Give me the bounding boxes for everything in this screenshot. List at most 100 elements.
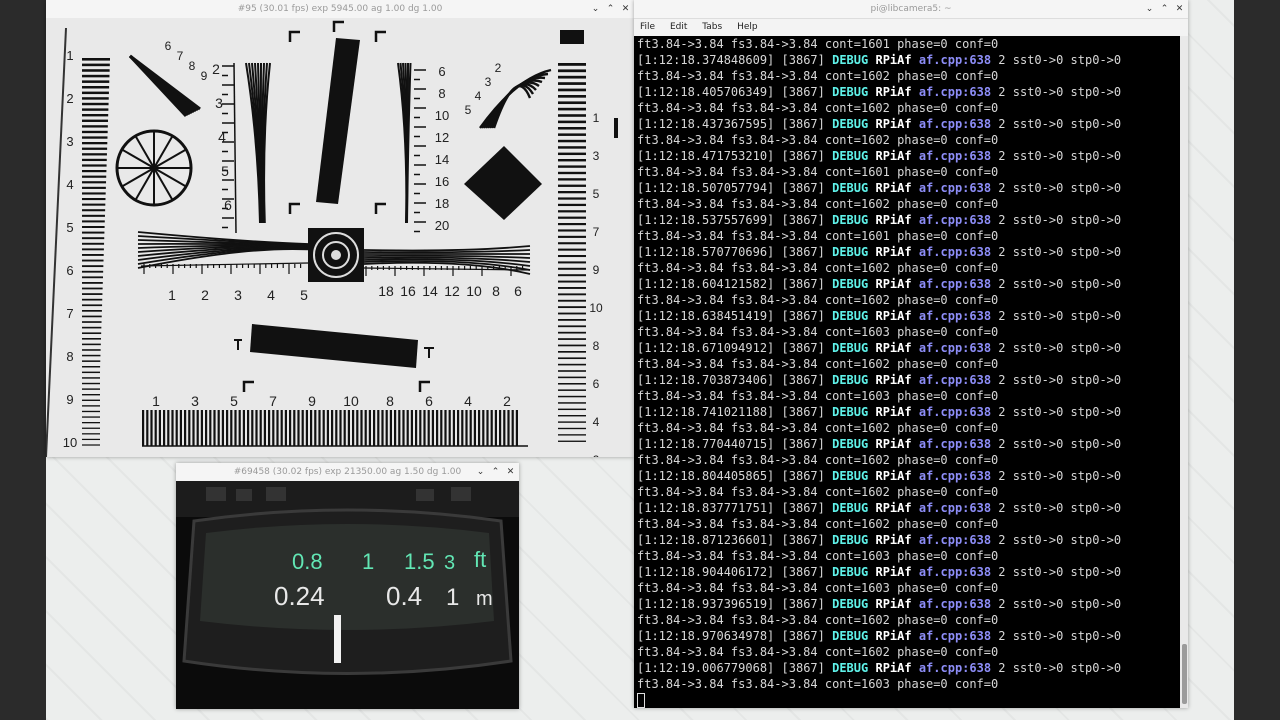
log-pid: [3867]	[781, 277, 825, 291]
maximize-button[interactable]: ⌃	[491, 467, 500, 477]
log-module: RPiAf	[875, 213, 912, 227]
log-entry: [1:12:18.837771751] [3867] DEBUG RPiAf a…	[637, 500, 1183, 516]
text-cursor	[637, 693, 645, 708]
wedge-right-label: 14	[435, 152, 449, 167]
window-titlebar[interactable]: pi@libcamera5: ~ ⌄ ⌃ ✕	[634, 0, 1188, 19]
menu-file[interactable]: File	[634, 19, 661, 36]
log-pid: [3867]	[781, 597, 825, 611]
camera-preview-window-2[interactable]: #69458 (30.02 fps) exp 21350.00 ag 1.50 …	[176, 463, 519, 709]
minimize-button[interactable]: ⌄	[1145, 4, 1154, 14]
log-source: af.cpp:638	[918, 245, 992, 259]
log-entry: [1:12:18.537557699] [3867] DEBUG RPiAf a…	[637, 212, 1183, 228]
log-level: DEBUG	[832, 53, 869, 67]
log-source: af.cpp:638	[918, 533, 992, 547]
menu-help[interactable]: Help	[731, 19, 764, 36]
log-pid: [3867]	[781, 85, 825, 99]
log-timestamp: [1:12:18.604121582]	[637, 277, 775, 291]
horiz-left-label: 2	[201, 287, 209, 303]
log-pid: [3867]	[781, 565, 825, 579]
m-unit: m	[476, 588, 493, 610]
log-pid: [3867]	[781, 373, 825, 387]
terminal-line: ft3.84->3.84 fs3.84->3.84 cont=1603 phas…	[637, 389, 999, 403]
log-source: af.cpp:638	[918, 53, 992, 67]
terminal-prompt[interactable]	[637, 692, 1183, 708]
wedge-right-label: 18	[435, 196, 449, 211]
close-button[interactable]: ✕	[621, 4, 630, 14]
wedge-left-label: 6	[224, 197, 232, 213]
left-scale-label: 9	[66, 392, 73, 407]
log-timestamp: [1:12:18.970634978]	[637, 629, 775, 643]
close-button[interactable]: ✕	[506, 467, 515, 477]
horiz-left-label: 5	[300, 287, 308, 303]
log-text: 2 sst0->0 stp0->0	[991, 277, 1122, 291]
left-scale-label: 6	[66, 263, 73, 278]
log-text: 2 sst0->0 stp0->0	[991, 565, 1122, 579]
fan-left-label: 9	[201, 69, 208, 83]
lens-focus-scale-image: 0.8 1 1.5 3 ft 0.24 0.4 1 m	[176, 481, 519, 709]
log-entry: [1:12:18.770440715] [3867] DEBUG RPiAf a…	[637, 436, 1183, 452]
log-entry: [1:12:18.437367595] [3867] DEBUG RPiAf a…	[637, 116, 1183, 132]
maximize-button[interactable]: ⌃	[1160, 4, 1169, 14]
window-titlebar[interactable]: #69458 (30.02 fps) exp 21350.00 ag 1.50 …	[176, 463, 519, 482]
left-scale-label: 8	[66, 349, 73, 364]
camera-preview-window-1[interactable]: #95 (30.01 fps) exp 5945.00 ag 1.00 dg 1…	[46, 0, 634, 457]
menu-tabs[interactable]: Tabs	[696, 19, 728, 36]
horiz-right-label: 12	[444, 283, 460, 299]
log-entry: [1:12:19.006779068] [3867] DEBUG RPiAf a…	[637, 660, 1183, 676]
scrollbar-thumb[interactable]	[1182, 644, 1187, 704]
log-pid: [3867]	[781, 53, 825, 67]
menu-edit[interactable]: Edit	[664, 19, 693, 36]
log-level: DEBUG	[832, 469, 869, 483]
log-pid: [3867]	[781, 181, 825, 195]
log-level: DEBUG	[832, 405, 869, 419]
window-title: #69458 (30.02 fps) exp 21350.00 ag 1.50 …	[233, 467, 462, 477]
log-module: RPiAf	[875, 629, 912, 643]
log-pid: [3867]	[781, 405, 825, 419]
window-titlebar[interactable]: #95 (30.01 fps) exp 5945.00 ag 1.00 dg 1…	[46, 0, 634, 19]
log-module: RPiAf	[875, 341, 912, 355]
wedge-left-label: 3	[215, 95, 223, 111]
log-level: DEBUG	[832, 565, 869, 579]
close-button[interactable]: ✕	[1175, 4, 1184, 14]
minimize-button[interactable]: ⌄	[591, 4, 600, 14]
left-scale-label: 5	[66, 220, 73, 235]
horiz-right-label: 18	[378, 283, 394, 299]
terminal-output[interactable]: ft3.84->3.84 fs3.84->3.84 cont=1601 phas…	[634, 36, 1183, 708]
log-pid: [3867]	[781, 501, 825, 515]
ft-unit: ft	[474, 547, 486, 572]
log-source: af.cpp:638	[918, 437, 992, 451]
maximize-button[interactable]: ⌃	[606, 4, 615, 14]
log-source: af.cpp:638	[918, 341, 992, 355]
left-scale-label: 10	[63, 435, 77, 450]
fan-right-label: 3	[485, 75, 492, 89]
log-pid: [3867]	[781, 469, 825, 483]
log-entry: [1:12:18.570770696] [3867] DEBUG RPiAf a…	[637, 244, 1183, 260]
log-pid: [3867]	[781, 661, 825, 675]
right-scale-label: 5	[593, 187, 600, 201]
terminal-window[interactable]: pi@libcamera5: ~ ⌄ ⌃ ✕ File Edit Tabs He…	[634, 0, 1188, 708]
log-pid: [3867]	[781, 245, 825, 259]
log-source: af.cpp:638	[918, 149, 992, 163]
ft-mark-3: 3	[444, 552, 455, 574]
minimize-button[interactable]: ⌄	[476, 467, 485, 477]
log-text: 2 sst0->0 stp0->0	[991, 309, 1122, 323]
log-entry: [1:12:18.937396519] [3867] DEBUG RPiAf a…	[637, 596, 1183, 612]
terminal-scrollbar[interactable]	[1180, 36, 1188, 708]
log-text: 2 sst0->0 stp0->0	[991, 597, 1122, 611]
left-scale-label: 1	[66, 48, 73, 63]
right-scale-label: 7	[593, 225, 600, 239]
log-entry: [1:12:18.507057794] [3867] DEBUG RPiAf a…	[637, 180, 1183, 196]
terminal-line: ft3.84->3.84 fs3.84->3.84 cont=1602 phas…	[637, 261, 999, 275]
log-pid: [3867]	[781, 149, 825, 163]
